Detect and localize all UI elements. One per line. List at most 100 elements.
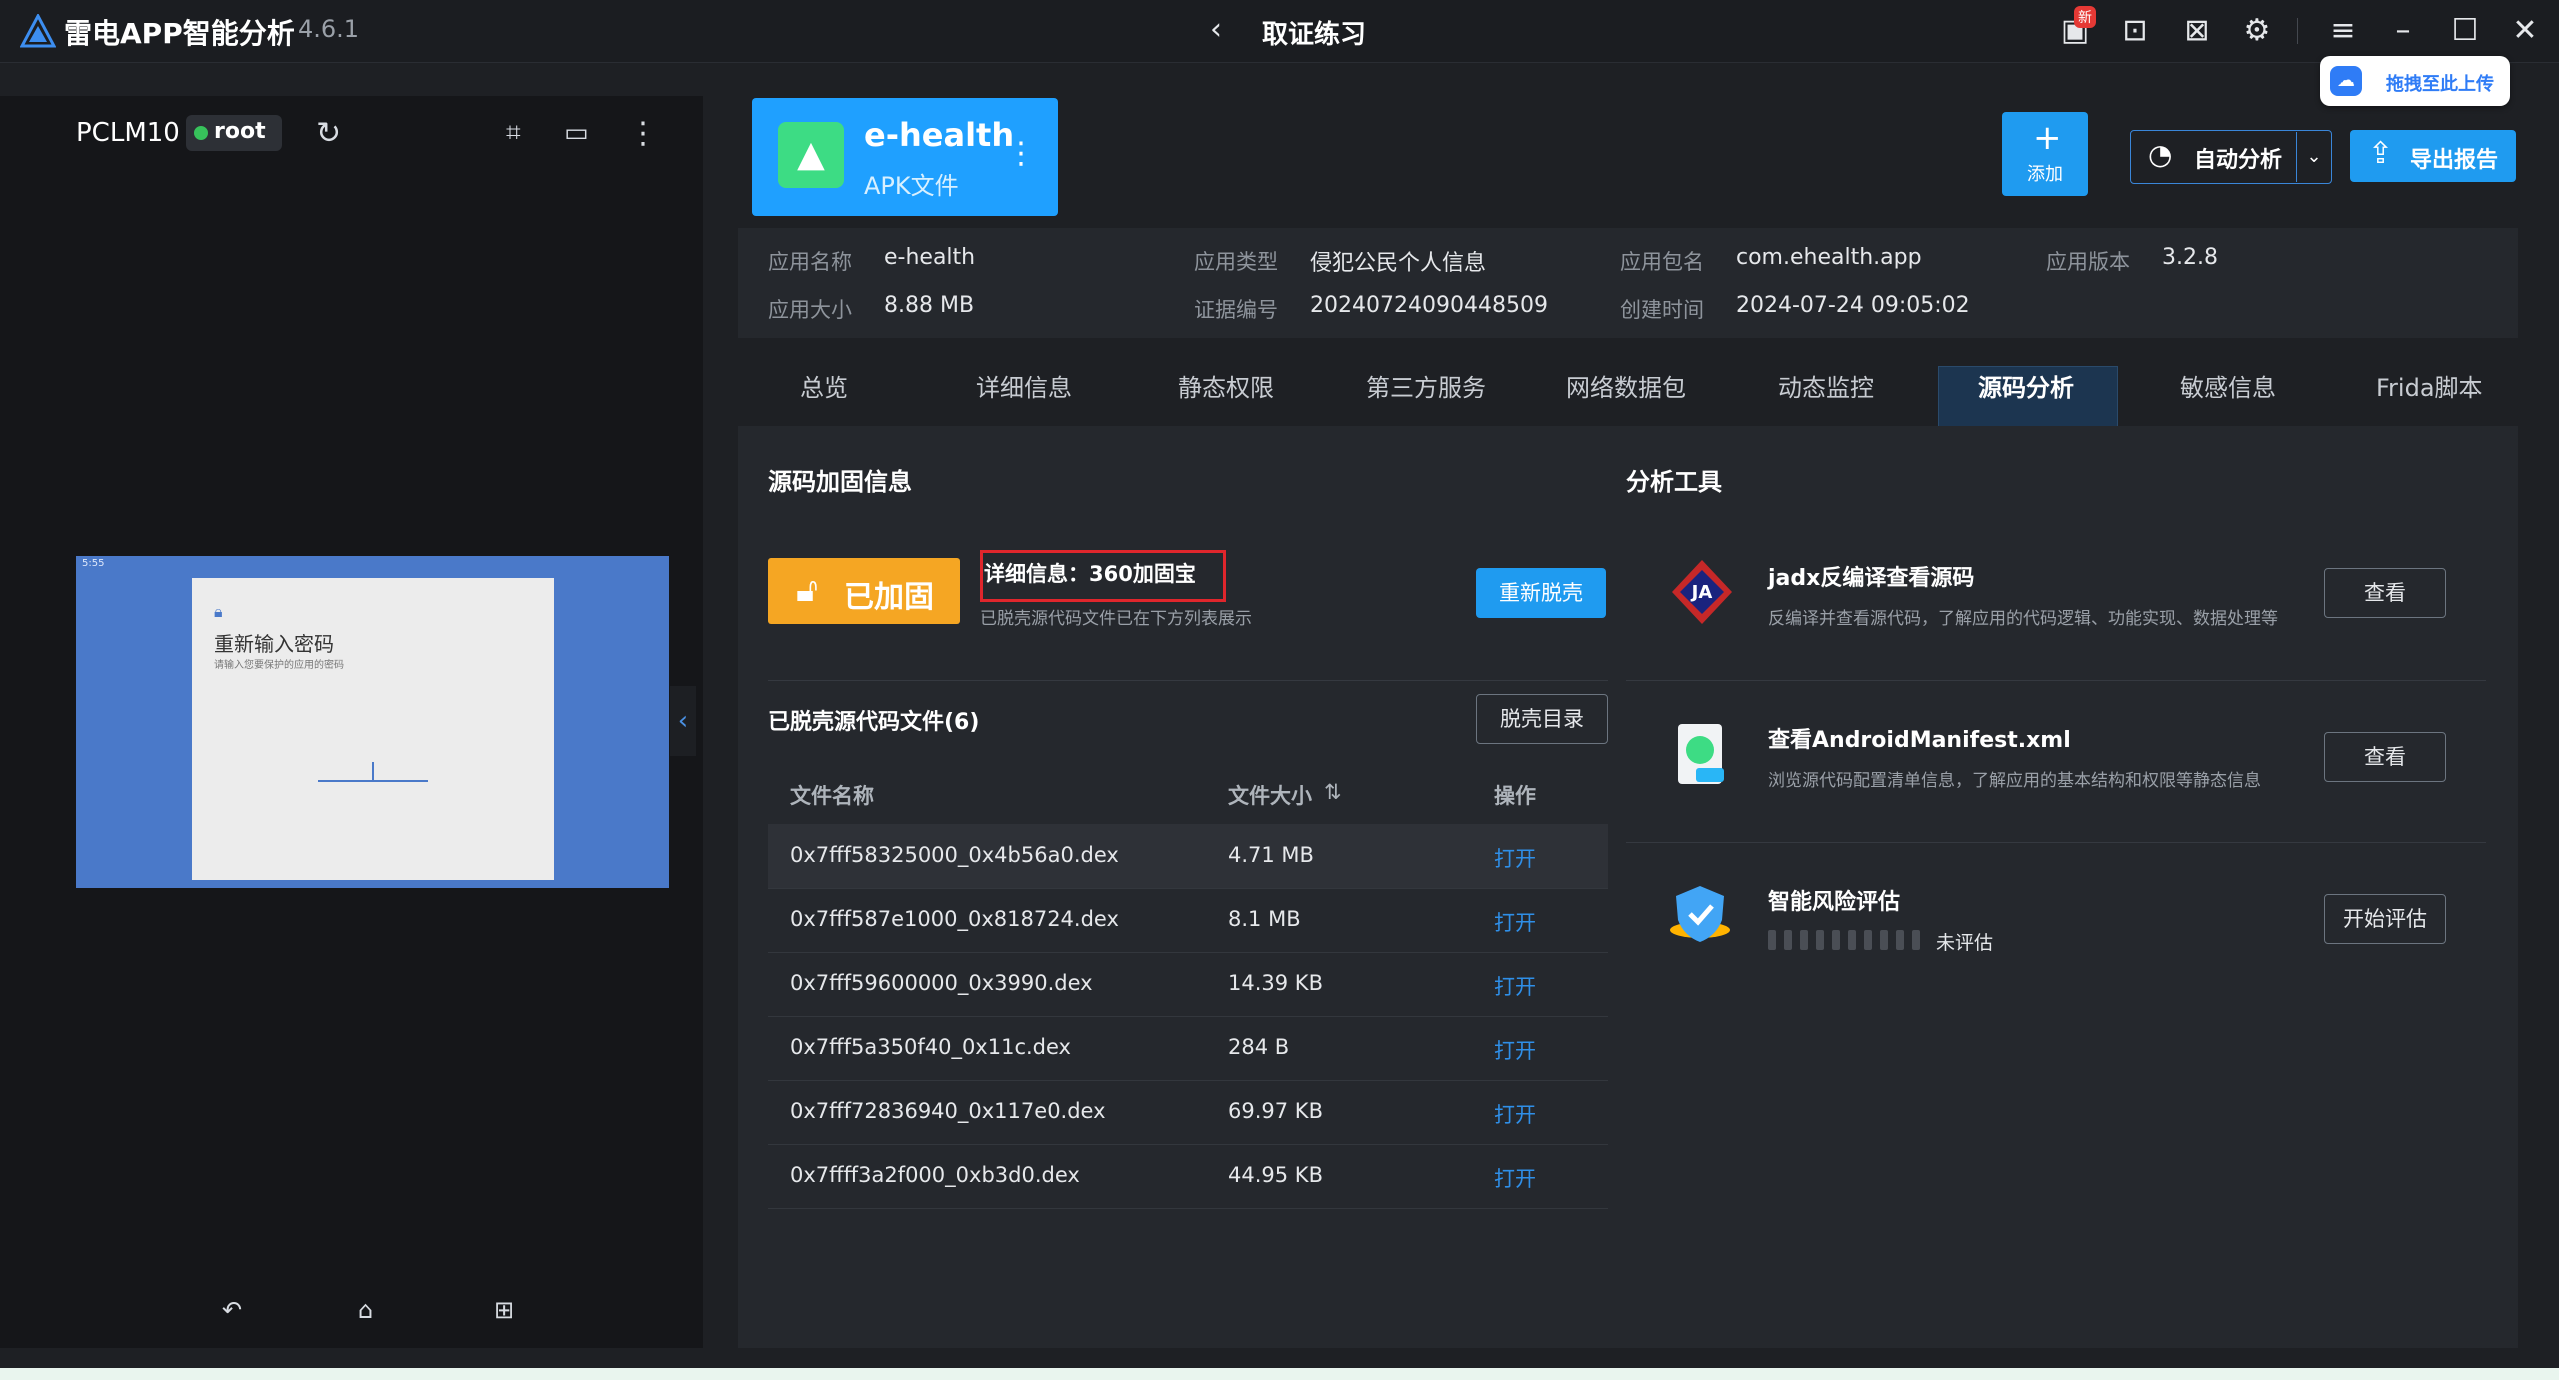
info-label: 应用版本 (2046, 250, 2130, 274)
jadx-icon: JA (1672, 560, 1732, 624)
open-link[interactable]: 打开 (1494, 1099, 1536, 1129)
dialog-subtitle: 请输入您要保护的应用的密码 (214, 660, 344, 671)
app-name: e-health (864, 116, 1015, 154)
monitor-icon[interactable]: ⊠ (2178, 12, 2216, 50)
view-jadx-button[interactable]: 查看 (2324, 568, 2446, 618)
nav-home-icon[interactable]: ⌂ (358, 1296, 373, 1324)
toolbar-divider (2297, 18, 2298, 44)
card-more-icon[interactable]: ⋮ (1006, 136, 1036, 171)
cloud-upload-icon: ☁ (2330, 66, 2362, 96)
back-icon[interactable]: ‹ (1210, 12, 1222, 47)
file-size: 69.97 KB (1228, 1099, 1323, 1123)
lock-icon: 🔒︎ (214, 602, 223, 621)
sort-icon[interactable]: ⇅ (1324, 780, 1342, 804)
plus-icon: + (2033, 118, 2062, 158)
tool-divider (1626, 680, 2486, 681)
lock-icon: 🔓︎ (796, 570, 819, 610)
file-name: 0x7ffff3a2f000_0xb3d0.dex (790, 1163, 1080, 1187)
tool-name: 查看AndroidManifest.xml (1768, 728, 2071, 753)
app-type: APK文件 (864, 172, 959, 200)
menu-icon[interactable]: ≡ (2324, 12, 2362, 50)
toolbox-icon[interactable]: ⊡ (2116, 12, 2154, 50)
analyze-icon: ◔ (2148, 138, 2173, 171)
password-input-line[interactable] (318, 780, 428, 782)
password-dialog (192, 578, 554, 880)
crop-screenshot-icon[interactable]: ⌗ (506, 118, 521, 149)
tool-name: 智能风险评估 (1768, 890, 1901, 915)
risk-shield-icon (1670, 886, 1730, 942)
screen-record-icon[interactable]: ▭ (564, 118, 589, 148)
export-report-label: 导出报告 (2410, 148, 2499, 173)
device-name: PCLM10 (76, 118, 180, 148)
root-label: root (214, 119, 266, 144)
tab-dynamic[interactable]: 动态监控 (1778, 368, 1874, 403)
refresh-icon[interactable]: ↻ (316, 116, 341, 151)
info-value: com.ehealth.app (1736, 245, 1922, 270)
tab-source-analysis[interactable]: 源码分析 (1978, 368, 2074, 403)
harden-section-title: 源码加固信息 (768, 468, 912, 496)
more-vertical-icon[interactable]: ⋮ (628, 116, 658, 151)
hardened-label: 已加固 (844, 580, 934, 615)
upload-label: 拖拽至此上传 (2386, 74, 2494, 95)
col-header-name: 文件名称 (790, 784, 874, 808)
tab-overview[interactable]: 总览 (800, 368, 848, 403)
open-link[interactable]: 打开 (1494, 1163, 1536, 1193)
risk-bar-segment (1800, 930, 1808, 950)
info-value: 8.88 MB (884, 293, 975, 318)
info-value: 2024-07-24 09:05:02 (1736, 293, 1970, 318)
minimize-icon[interactable]: – (2384, 12, 2422, 50)
risk-bar-segment (1912, 930, 1920, 950)
shell-directory-button[interactable]: 脱壳目录 (1476, 694, 1608, 744)
tab-details[interactable]: 详细信息 (976, 368, 1072, 403)
risk-bar-segment (1864, 930, 1872, 950)
open-link[interactable]: 打开 (1494, 843, 1536, 873)
tab-third-party[interactable]: 第三方服务 (1366, 368, 1486, 403)
tool-desc: 浏览源代码配置清单信息，了解应用的基本结构和权限等静态信息 (1768, 771, 2261, 791)
open-link[interactable]: 打开 (1494, 907, 1536, 937)
info-value: 3.2.8 (2162, 245, 2218, 270)
files-title: 已脱壳源代码文件(6) (768, 710, 980, 735)
info-value: 20240724090448509 (1310, 293, 1548, 318)
chevron-down-icon[interactable]: ⌄ (2296, 132, 2331, 182)
tool-name: jadx反编译查看源码 (1768, 566, 1975, 591)
tools-section-title: 分析工具 (1626, 468, 1722, 496)
export-icon: ⇪ (2368, 136, 2394, 171)
file-size: 44.95 KB (1228, 1163, 1323, 1187)
info-label: 创建时间 (1620, 298, 1704, 322)
page-title: 取证练习 (1262, 20, 1367, 50)
auto-analyze-label: 自动分析 (2194, 148, 2283, 173)
file-size: 8.1 MB (1228, 907, 1301, 931)
view-manifest-button[interactable]: 查看 (2324, 732, 2446, 782)
file-size: 284 B (1228, 1035, 1290, 1059)
add-label: 添加 (2027, 164, 2063, 185)
screen-status-bar: 5:55 (82, 558, 105, 569)
info-label: 应用类型 (1194, 250, 1278, 274)
nav-recents-icon[interactable]: ⊞ (494, 1296, 514, 1324)
maximize-icon[interactable]: ☐ (2446, 12, 2484, 50)
tab-frida[interactable]: Frida脚本 (2376, 368, 2483, 403)
close-icon[interactable]: ✕ (2506, 12, 2544, 50)
reshell-button[interactable]: 重新脱壳 (1476, 568, 1606, 618)
risk-bar-segment (1816, 930, 1824, 950)
bottom-strip (0, 1368, 2559, 1380)
tab-network[interactable]: 网络数据包 (1566, 368, 1686, 403)
collapse-panel-chevron-icon[interactable]: ‹ (670, 686, 696, 756)
tool-desc: 反编译并查看源代码，了解应用的代码逻辑、功能实现、数据处理等 (1768, 609, 2278, 629)
info-value: 侵犯公民个人信息 (1310, 251, 1487, 276)
nav-back-icon[interactable]: ↶ (222, 1296, 242, 1324)
file-size: 14.39 KB (1228, 971, 1323, 995)
tab-permissions[interactable]: 静态权限 (1178, 368, 1274, 403)
tab-sensitive[interactable]: 敏感信息 (2180, 368, 2276, 403)
app-version: 4.6.1 (298, 15, 360, 43)
col-header-action: 操作 (1494, 784, 1536, 808)
start-assessment-button[interactable]: 开始评估 (2324, 894, 2446, 944)
risk-bar-segment (1832, 930, 1840, 950)
col-header-size[interactable]: 文件大小 (1228, 780, 1312, 810)
risk-bar-segment (1848, 930, 1856, 950)
file-name: 0x7fff587e1000_0x818724.dex (790, 907, 1119, 931)
risk-bar-segment (1768, 930, 1776, 950)
open-link[interactable]: 打开 (1494, 1035, 1536, 1065)
info-label: 应用大小 (768, 298, 852, 322)
open-link[interactable]: 打开 (1494, 971, 1536, 1001)
settings-gear-icon[interactable]: ⚙ (2238, 12, 2276, 50)
